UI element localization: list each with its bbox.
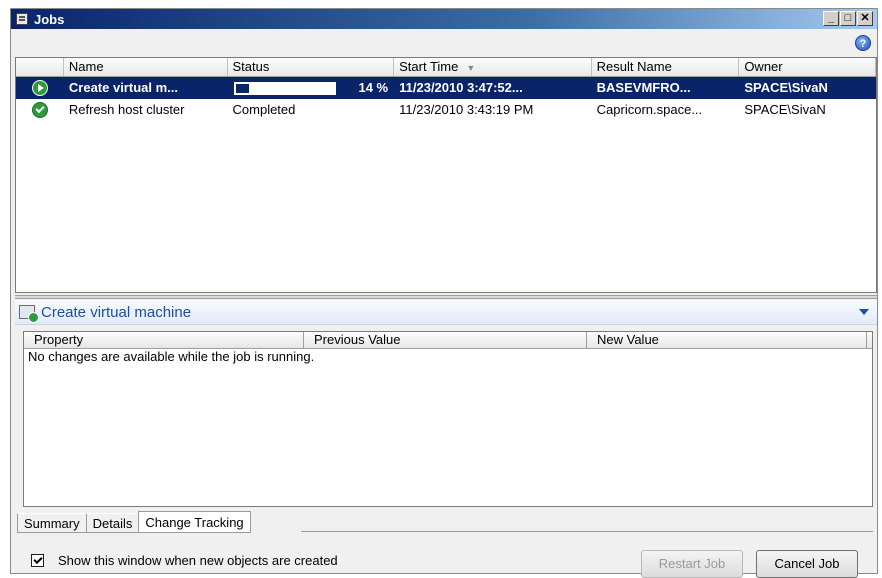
column-header-status[interactable]: Status (228, 58, 395, 76)
minimize-button[interactable]: _ (823, 11, 839, 26)
job-owner: SPACE\SivaN (744, 102, 826, 117)
status-cell (16, 80, 64, 96)
tab-summary[interactable]: Summary (17, 513, 87, 533)
detail-header: Create virtual machine (15, 300, 877, 325)
progress-percent: 14 % (358, 80, 389, 95)
change-tracking-header: Property Previous Value New Value (24, 332, 872, 349)
tabs-divider (301, 531, 873, 532)
tab-change-tracking[interactable]: Change Tracking (138, 511, 251, 533)
table-row[interactable]: Create virtual m... 14 % 11/23/2010 3:47… (16, 77, 876, 99)
window-title: Jobs (34, 11, 65, 27)
job-result-name: Capricorn.space... (596, 102, 703, 117)
status-cell (16, 102, 64, 118)
jobs-window-icon (16, 13, 28, 25)
close-button[interactable]: ✕ (857, 11, 873, 26)
job-start-time: 11/23/2010 3:47:52... (399, 80, 523, 95)
restart-job-button[interactable]: Restart Job (641, 550, 743, 578)
detail-title: Create virtual machine (41, 303, 192, 321)
column-header-name[interactable]: Name (64, 58, 228, 76)
job-name: Refresh host cluster (68, 102, 185, 117)
tab-details[interactable]: Details (85, 513, 140, 533)
no-changes-message: No changes are available while the job i… (28, 349, 315, 364)
pane-splitter[interactable] (15, 295, 877, 299)
jobs-window: Jobs _ □ ✕ ? Name Status Start Time ▼ Res… (10, 8, 878, 578)
show-window-option[interactable]: Show this window when new objects are cr… (31, 553, 338, 568)
job-status: 14 % (228, 77, 395, 99)
change-tracking-table: Property Previous Value New Value No cha… (23, 331, 873, 507)
running-job-icon (31, 80, 48, 96)
help-icon[interactable]: ? (855, 35, 871, 51)
progress-bar-fill (235, 83, 249, 93)
job-status: Completed (232, 102, 296, 117)
detail-tabs: Summary Details Change Tracking (17, 511, 251, 533)
column-header-property[interactable]: Property (24, 332, 304, 348)
column-header-start-time[interactable]: Start Time ▼ (394, 58, 592, 76)
job-owner: SPACE\SivaN (744, 80, 828, 95)
completed-check-icon (31, 102, 48, 118)
job-result-name: BASEVMFRO... (596, 80, 691, 95)
column-header-owner[interactable]: Owner (739, 58, 876, 76)
show-window-label: Show this window when new objects are cr… (58, 553, 338, 568)
maximize-button[interactable]: □ (840, 11, 856, 26)
collapse-arrow-icon[interactable] (859, 309, 869, 315)
jobs-grid: Name Status Start Time ▼ Result Name Owne… (15, 57, 877, 293)
column-header-new-value[interactable]: New Value (587, 332, 867, 348)
window-controls: _ □ ✕ (823, 11, 873, 26)
column-header-previous-value[interactable]: Previous Value (304, 332, 587, 348)
cancel-job-button[interactable]: Cancel Job (756, 550, 858, 578)
progress-bar (233, 81, 336, 95)
column-header-result-name[interactable]: Result Name (592, 58, 740, 76)
sort-descending-icon: ▼ (466, 63, 476, 73)
start-time-label: Start Time (399, 59, 459, 74)
job-name: Create virtual m... (68, 80, 178, 95)
title-bar: Jobs _ □ ✕ (11, 9, 877, 29)
virtual-machine-icon (19, 305, 39, 323)
job-start-time: 11/23/2010 3:43:19 PM (399, 102, 534, 117)
table-row[interactable]: Refresh host cluster Completed 11/23/201… (16, 99, 876, 121)
jobs-grid-header: Name Status Start Time ▼ Result Name Owne… (16, 58, 876, 77)
column-header-icon[interactable] (16, 58, 64, 76)
show-window-checkbox[interactable] (31, 554, 44, 567)
